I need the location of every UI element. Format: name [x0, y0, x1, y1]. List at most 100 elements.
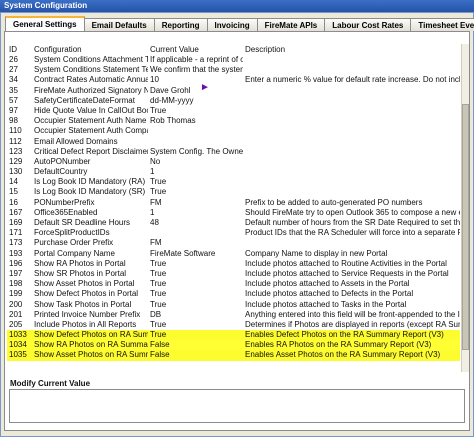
cell-current-value[interactable]: False: [148, 350, 243, 360]
tab-reporting[interactable]: Reporting: [153, 18, 208, 31]
cell-configuration[interactable]: Show Defect Photos on RA Summary: [32, 330, 148, 340]
tab-firemate-apis[interactable]: FireMate APIs: [256, 18, 326, 31]
cell-description[interactable]: Enables Defect Photos on the RA Summary …: [243, 330, 460, 340]
cell-description[interactable]: Include photos attached to Routine Activ…: [243, 259, 460, 269]
table-row[interactable]: 123 Critical Defect Report Disclaimer Syst…: [7, 147, 460, 157]
cell-description[interactable]: Include photos attached to Assets in the…: [243, 279, 460, 289]
cell-id[interactable]: 1034: [7, 340, 32, 350]
tab-email-defaults[interactable]: Email Defaults: [83, 18, 155, 31]
cell-description[interactable]: [243, 137, 460, 147]
table-row[interactable]: 197 Show SR Photos in Portal True Include p…: [7, 269, 460, 279]
cell-current-value[interactable]: True: [148, 279, 243, 289]
scrollbar-thumb[interactable]: [462, 104, 469, 350]
cell-current-value[interactable]: True: [148, 289, 243, 299]
table-row[interactable]: 201 Printed Invoice Number Prefix DB Anythi…: [7, 310, 460, 320]
tab-timesheet-events[interactable]: Timesheet Events: [410, 18, 474, 31]
cell-configuration[interactable]: PONumberPrefix: [32, 198, 148, 208]
cell-description[interactable]: [243, 238, 460, 248]
table-row[interactable]: 110 Occupier Statement Auth Company: [7, 126, 460, 136]
cell-current-value[interactable]: FM: [148, 238, 243, 248]
cell-id[interactable]: 1033: [7, 330, 32, 340]
table-row[interactable]: 57 SafetyCertificateDateFormat dd-MM-yyyy: [7, 96, 460, 106]
cell-configuration[interactable]: Include Photos in All Reports: [32, 320, 148, 330]
cell-current-value[interactable]: Rob Thomas: [148, 116, 243, 126]
cell-configuration[interactable]: DefaultCountry: [32, 167, 148, 177]
table-row[interactable]: 1034 Show RA Photos on RA Summary False Ena…: [7, 340, 460, 351]
cell-current-value[interactable]: True: [148, 106, 243, 116]
cell-description[interactable]: Include photos attached to Tasks in the …: [243, 300, 460, 310]
cell-description[interactable]: [243, 177, 460, 187]
cell-id[interactable]: 167: [7, 208, 32, 218]
table-row[interactable]: 130 DefaultCountry 1: [7, 167, 460, 177]
cell-current-value[interactable]: True: [148, 330, 243, 340]
table-row[interactable]: 34Contract Rates Automatic Annual In...1…: [7, 75, 460, 85]
cell-configuration[interactable]: Show RA Photos in Portal: [32, 259, 148, 269]
table-row[interactable]: 112 Email Allowed Domains: [7, 137, 460, 147]
cell-current-value[interactable]: DB: [148, 310, 243, 320]
cell-current-value[interactable]: We confirm that the systems: [148, 65, 243, 75]
cell-description[interactable]: [243, 116, 460, 126]
table-row[interactable]: 27 System Conditions Statement Text We con…: [7, 65, 460, 75]
cell-description[interactable]: Should FireMate try to open Outlook 365 …: [243, 208, 460, 218]
cell-id[interactable]: 171: [7, 228, 32, 238]
cell-current-value[interactable]: True: [148, 300, 243, 310]
cell-current-value[interactable]: 1: [148, 208, 243, 218]
cell-description[interactable]: [243, 167, 460, 177]
table-row[interactable]: 1033Show Defect Photos on RA SummaryTrue…: [7, 330, 460, 341]
cell-description[interactable]: Include photos attached to Defects in th…: [243, 289, 460, 299]
cell-description[interactable]: Anything entered into this field will be…: [243, 310, 460, 320]
cell-configuration[interactable]: Purchase Order Prefix: [32, 238, 148, 248]
table-row[interactable]: 98 Occupier Statement Auth Name Rob Thomas: [7, 116, 460, 126]
cell-current-value[interactable]: True: [148, 187, 243, 197]
cell-configuration[interactable]: Occupier Statement Auth Name: [32, 116, 148, 126]
table-row[interactable]: 193 Portal Company Name FireMate Software C…: [7, 249, 460, 259]
cell-current-value[interactable]: System Config. The Owner O...: [148, 147, 243, 157]
cell-description[interactable]: Default number of hours from the SR Date…: [243, 218, 460, 228]
cell-current-value[interactable]: FireMate Software: [148, 249, 243, 259]
tab-labour-cost-rates[interactable]: Labour Cost Rates: [324, 18, 412, 31]
cell-configuration[interactable]: Default SR Deadline Hours: [32, 218, 148, 228]
cell-configuration[interactable]: Occupier Statement Auth Company: [32, 126, 148, 136]
table-row[interactable]: 97 Hide Quote Value In CallOut Book True: [7, 106, 460, 116]
cell-description[interactable]: Company Name to display in new Portal: [243, 249, 460, 259]
cell-configuration[interactable]: SafetyCertificateDateFormat: [32, 96, 148, 106]
modify-value-input[interactable]: [9, 389, 465, 423]
table-row[interactable]: 205 Include Photos in All Reports True Dete…: [7, 320, 460, 330]
table-row[interactable]: 129 AutoPONumber No: [7, 157, 460, 167]
cell-configuration[interactable]: Printed Invoice Number Prefix: [32, 310, 148, 320]
cell-id[interactable]: 196: [7, 259, 32, 269]
cell-configuration[interactable]: Email Allowed Domains: [32, 137, 148, 147]
cell-id[interactable]: 169: [7, 218, 32, 228]
column-header-description[interactable]: Description: [243, 44, 460, 55]
cell-id[interactable]: 98: [7, 116, 32, 126]
cell-configuration[interactable]: System Conditions Attachment Text: [32, 55, 148, 65]
cell-description[interactable]: [243, 187, 460, 197]
table-row[interactable]: 171 ForceSplitProductIDs Product IDs that …: [7, 228, 460, 238]
cell-id[interactable]: 35: [7, 86, 32, 96]
table-row[interactable]: 15 Is Log Book ID Mandatory (SR) True: [7, 187, 460, 197]
column-header-id[interactable]: ID: [7, 44, 32, 55]
cell-id[interactable]: 112: [7, 137, 32, 147]
cell-configuration[interactable]: Critical Defect Report Disclaimer: [32, 147, 148, 157]
tab-invoicing[interactable]: Invoicing: [206, 18, 258, 31]
cell-configuration[interactable]: Show Task Photos in Portal: [32, 300, 148, 310]
grid-vertical-scrollbar[interactable]: [461, 44, 469, 372]
column-header-configuration[interactable]: Configuration: [32, 44, 148, 55]
cell-id[interactable]: 97: [7, 106, 32, 116]
column-header-current-value[interactable]: Current Value: [148, 44, 243, 55]
cell-configuration[interactable]: Contract Rates Automatic Annual In...: [32, 75, 148, 85]
cell-description[interactable]: [243, 147, 460, 157]
tab-general-settings[interactable]: General Settings: [5, 16, 85, 31]
cell-description[interactable]: Include photos attached to Service Reque…: [243, 269, 460, 279]
cell-configuration[interactable]: Show Asset Photos on RA Summary: [32, 350, 148, 360]
table-row[interactable]: 196 Show RA Photos in Portal True Include p…: [7, 259, 460, 269]
cell-configuration[interactable]: Hide Quote Value In CallOut Book: [32, 106, 148, 116]
table-row[interactable]: 169 Default SR Deadline Hours 48 Default nu…: [7, 218, 460, 228]
cell-id[interactable]: 110: [7, 126, 32, 136]
cell-current-value[interactable]: 48: [148, 218, 243, 228]
cell-id[interactable]: 197: [7, 269, 32, 279]
cell-id[interactable]: 205: [7, 320, 32, 330]
cell-current-value[interactable]: 10: [148, 75, 243, 85]
cell-current-value[interactable]: True: [148, 177, 243, 187]
cell-configuration[interactable]: Portal Company Name: [32, 249, 148, 259]
